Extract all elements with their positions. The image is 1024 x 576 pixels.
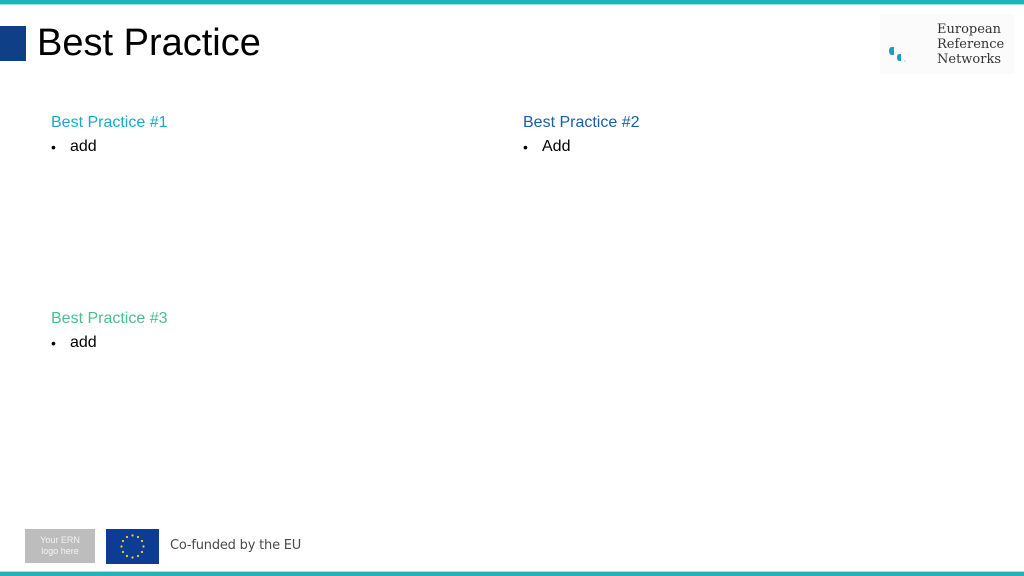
bullet-icon: • [523, 139, 528, 155]
top-accent-bar-highlight [0, 4, 1024, 5]
bullet-icon: • [51, 139, 56, 155]
bullet-list: • add [51, 333, 168, 353]
section-heading: Best Practice #1 [51, 114, 168, 131]
best-practice-section-2: Best Practice #2 • Add [523, 113, 640, 157]
cofunded-text: Co-funded by the EU [170, 538, 302, 553]
ern-logo-text: European Reference Networks [937, 22, 1004, 67]
page-title: Best Practice [37, 22, 261, 64]
bullet-text: add [70, 138, 97, 155]
eu-star-icon [121, 550, 125, 554]
eu-star-icon [140, 539, 144, 543]
eu-star-icon [136, 554, 140, 558]
section-heading: Best Practice #2 [523, 114, 640, 131]
eu-flag-icon [106, 529, 159, 564]
ern-logo-mark-icon [904, 60, 906, 62]
bullet-icon: • [51, 335, 56, 351]
bullet-list: • add [51, 137, 168, 157]
eu-star-icon [136, 535, 140, 539]
eu-star-icon [121, 539, 125, 543]
eu-star-icon [140, 550, 144, 554]
placeholder-line: Your ERN [40, 535, 80, 545]
best-practice-section-3: Best Practice #3 • add [51, 309, 168, 353]
eu-star-icon [125, 554, 129, 558]
placeholder-line: logo here [41, 546, 79, 556]
ern-logo-line: European [937, 22, 1002, 37]
bullet-text: Add [542, 138, 571, 155]
eu-star-icon [120, 545, 123, 548]
bullet-item: • add [51, 333, 168, 353]
ern-logo-line: Reference [937, 37, 1005, 52]
eu-stars-icon [120, 534, 145, 559]
ern-logo-placeholder: Your ERN logo here [25, 529, 95, 563]
bullet-item: • add [51, 137, 168, 157]
section-heading: Best Practice #3 [51, 310, 168, 327]
ern-logo-line: Networks [937, 52, 1002, 67]
ern-logo: European Reference Networks [880, 14, 1014, 74]
title-accent-square [0, 26, 26, 61]
eu-star-icon [131, 556, 134, 559]
ern-logo-mark-icon [889, 47, 894, 55]
eu-star-icon [142, 545, 145, 548]
bullet-list: • Add [523, 137, 640, 157]
best-practice-section-1: Best Practice #1 • add [51, 113, 168, 157]
eu-star-icon [125, 535, 129, 539]
bullet-item: • Add [523, 137, 640, 157]
bullet-text: add [70, 334, 97, 351]
eu-star-icon [131, 534, 134, 537]
ern-logo-mark-icon [897, 54, 901, 61]
bottom-accent-bar [0, 572, 1024, 576]
